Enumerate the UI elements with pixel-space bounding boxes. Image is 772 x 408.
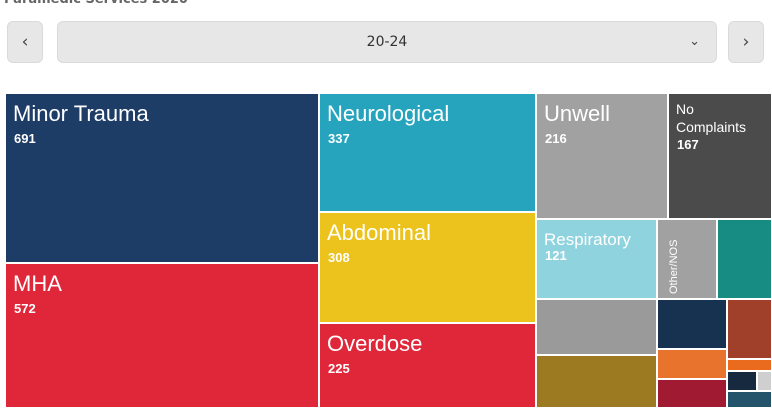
treemap-tile[interactable] [727, 371, 757, 391]
treemap-tile[interactable] [657, 349, 727, 379]
tile-label: MHA [13, 271, 62, 296]
tile-label: Other/NOS [668, 239, 680, 294]
treemap-tile[interactable] [657, 299, 727, 349]
treemap-tile[interactable] [717, 219, 772, 299]
tile-label: Unwell [544, 101, 611, 126]
tile-value: 167 [677, 137, 699, 152]
treemap-tile[interactable]: No Complaints 167 [668, 93, 772, 219]
treemap-tile[interactable] [727, 359, 772, 371]
treemap-tile[interactable]: Abdominal 308 [319, 212, 536, 323]
tile-label: Minor Trauma [13, 101, 149, 126]
treemap-tile[interactable]: Overdose 225 [319, 323, 536, 408]
treemap-chart: Minor Trauma 691 MHA 572 Neurological 337 Abdo… [0, 0, 772, 408]
treemap-tile[interactable] [657, 379, 727, 408]
treemap-tile[interactable] [727, 299, 772, 359]
treemap-tile[interactable]: Respiratory 121 [536, 219, 657, 299]
treemap-tile[interactable]: MHA 572 [5, 263, 319, 408]
treemap-tile[interactable]: Other/NOS63 [657, 219, 717, 299]
tile-value: 337 [328, 131, 350, 146]
treemap-tile[interactable]: Neurological 337 [319, 93, 536, 212]
tile-label: Abdominal [327, 220, 431, 245]
treemap-tile[interactable] [727, 391, 772, 408]
treemap-tile[interactable]: Minor Trauma 691 [5, 93, 319, 263]
tile-label: No Complaints [676, 101, 747, 135]
tile-label: Neurological [327, 101, 450, 126]
tile-value: 121 [545, 248, 567, 263]
treemap-tile[interactable] [536, 299, 657, 355]
tile-value: 216 [545, 131, 567, 146]
tile-value: 225 [328, 361, 350, 376]
tile-value: 308 [328, 250, 350, 265]
tile-label: Respiratory [544, 230, 631, 249]
tile-label: Overdose [327, 331, 423, 356]
tile-value: 691 [14, 131, 36, 146]
treemap-tile[interactable]: Unwell 216 [536, 93, 668, 219]
treemap-tile[interactable] [536, 355, 657, 408]
tile-value: 572 [14, 301, 36, 316]
treemap-tile[interactable] [757, 371, 772, 391]
